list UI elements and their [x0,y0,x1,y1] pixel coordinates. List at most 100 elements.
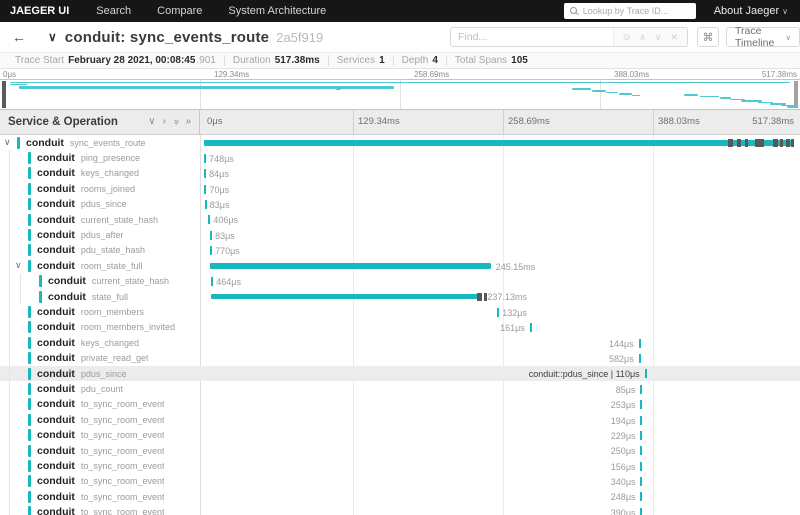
span-row[interactable]: conduit pdus_since 83μs [0,196,800,212]
span-row[interactable]: conduit room_members_invited 161μs [0,319,800,336]
span-name-cell[interactable]: conduit to_sync_room_event [0,396,200,413]
span-bar[interactable] [211,277,214,287]
nav-item-compare[interactable]: Compare [144,5,215,17]
span-name-cell[interactable]: conduit rooms_joined [0,181,200,197]
span-name-cell[interactable]: conduit to_sync_room_event [0,458,200,474]
span-row[interactable]: conduit pdus_since conduit::pdus_since | 1… [0,365,800,382]
span-bar[interactable] [640,507,643,515]
span-name-cell[interactable]: conduit to_sync_room_event [0,427,200,443]
span-bar[interactable] [204,140,794,146]
keyboard-shortcuts-button[interactable]: ⌘ [697,27,719,47]
span-bar[interactable] [211,293,483,300]
span-row[interactable]: conduit to_sync_room_event 250μs [0,442,800,459]
span-row[interactable]: conduit pdu_state_hash 770μs [0,242,800,259]
span-row[interactable]: conduit room_members 132μs [0,304,800,320]
span-name-cell[interactable]: conduit keys_changed [0,165,200,182]
span-name-cell[interactable]: conduit pdu_state_hash [0,242,200,259]
span-row[interactable]: conduit keys_changed 84μs [0,165,800,182]
span-bar[interactable] [204,169,207,179]
span-row[interactable]: conduit to_sync_room_event 253μs [0,396,800,413]
span-bar[interactable] [640,384,643,394]
span-name-cell[interactable]: conduit keys_changed [0,335,200,351]
trace-id-input[interactable] [582,6,691,16]
span-bar[interactable] [210,230,213,240]
span-row[interactable]: ∨ conduit sync_events_route [0,135,800,150]
span-row[interactable]: conduit to_sync_room_event 248μs [0,488,800,505]
span-name-cell[interactable]: conduit pdu_count [0,381,200,397]
span-name-cell[interactable]: conduit pdus_since [0,196,200,212]
span-name-cell[interactable]: conduit ping_presence [0,150,200,166]
nav-item-system-architecture[interactable]: System Architecture [215,5,339,17]
span-name-cell[interactable]: conduit current_state_hash [0,273,200,289]
span-bar[interactable] [497,307,500,317]
minimap-left-drag-handle[interactable] [2,81,6,108]
trace-view-selector[interactable]: Trace Timeline ∨ [726,25,800,49]
span-name-cell[interactable]: conduit room_members_invited [0,319,200,336]
span-bar[interactable] [640,461,643,471]
span-row[interactable]: conduit to_sync_room_event 340μs [0,473,800,489]
span-row[interactable]: conduit pdu_count 85μs [0,381,800,397]
span-name-cell[interactable]: conduit private_read_get [0,350,200,366]
span-name-cell[interactable]: conduit to_sync_room_event [0,473,200,489]
span-bar[interactable] [640,400,643,410]
span-row[interactable]: conduit to_sync_room_event 229μs [0,427,800,443]
span-name-cell[interactable]: ∨ conduit room_state_full [0,258,200,274]
expand-all-icon[interactable]: » [185,117,191,127]
collapse-all-icon[interactable]: » [171,119,182,125]
span-bar[interactable] [208,215,211,225]
next-match-icon[interactable]: ∨ [655,32,662,43]
span-bar[interactable] [529,323,532,333]
span-bar[interactable] [638,353,641,363]
span-row[interactable]: conduit pdus_after 83μs [0,227,800,243]
span-row[interactable]: conduit current_state_hash 406μs [0,211,800,228]
span-bar[interactable] [204,200,207,210]
span-row[interactable]: conduit keys_changed 144μs [0,335,800,351]
nav-item-search[interactable]: Search [83,5,144,17]
collapse-title-icon[interactable]: ∨ [48,30,57,44]
span-bar[interactable] [210,263,491,269]
prev-match-icon[interactable]: ∧ [639,32,646,43]
span-name-cell[interactable]: conduit room_members [0,304,200,320]
span-name-cell[interactable]: conduit pdus_after [0,227,200,243]
span-name-cell[interactable]: conduit to_sync_room_event [0,412,200,428]
span-row[interactable]: conduit current_state_hash 464μs [0,273,800,289]
jaeger-logo[interactable]: JAEGER UI [0,5,83,17]
span-row[interactable]: conduit ping_presence 748μs [0,150,800,166]
expand-one-icon[interactable]: › [163,117,166,127]
span-name-cell[interactable]: conduit current_state_hash [0,211,200,228]
clear-search-icon[interactable]: ✕ [670,32,678,43]
match-highlight-icon[interactable]: ⊙ [623,32,631,43]
minimap-right-drag-handle[interactable] [794,81,798,108]
span-bar[interactable] [644,369,647,379]
span-name-cell[interactable]: ∨ conduit sync_events_route [0,135,200,150]
span-bar[interactable] [640,446,643,456]
span-bar[interactable] [640,430,643,440]
span-name-cell[interactable]: conduit state_full [0,288,200,305]
span-row[interactable]: conduit rooms_joined 70μs [0,181,800,197]
about-jaeger-menu[interactable]: About Jaeger ∨ [696,5,800,17]
collapse-one-icon[interactable]: ∨ [148,117,155,127]
span-name-cell[interactable]: conduit to_sync_room_event [0,442,200,459]
span-bar[interactable] [210,246,213,256]
trace-id-lookup[interactable] [563,3,696,19]
span-row[interactable]: conduit to_sync_room_event 194μs [0,412,800,428]
span-bar[interactable] [640,492,643,502]
expand-collapse-icon[interactable]: ∨ [15,260,28,271]
span-bar[interactable] [204,153,207,163]
span-name-cell[interactable]: conduit to_sync_room_event [0,504,200,515]
span-row[interactable]: conduit state_full 237.13ms [0,288,800,305]
find-input[interactable] [451,28,614,46]
span-bar[interactable] [640,415,643,425]
span-name-cell[interactable]: conduit to_sync_room_event [0,488,200,505]
span-bar[interactable] [640,477,643,487]
expand-collapse-icon[interactable]: ∨ [4,137,17,148]
span-row[interactable]: conduit to_sync_room_event 156μs [0,458,800,474]
span-bar[interactable] [638,338,641,348]
span-row[interactable]: conduit to_sync_room_event 390μs [0,504,800,515]
span-row[interactable]: ∨ conduit room_state_full 245.15ms [0,258,800,274]
minimap-canvas[interactable] [0,79,800,110]
span-row[interactable]: conduit private_read_get 582μs [0,350,800,366]
span-bar[interactable] [204,184,207,194]
back-button[interactable]: ← [0,29,38,45]
span-name-cell[interactable]: conduit pdus_since [0,365,200,382]
